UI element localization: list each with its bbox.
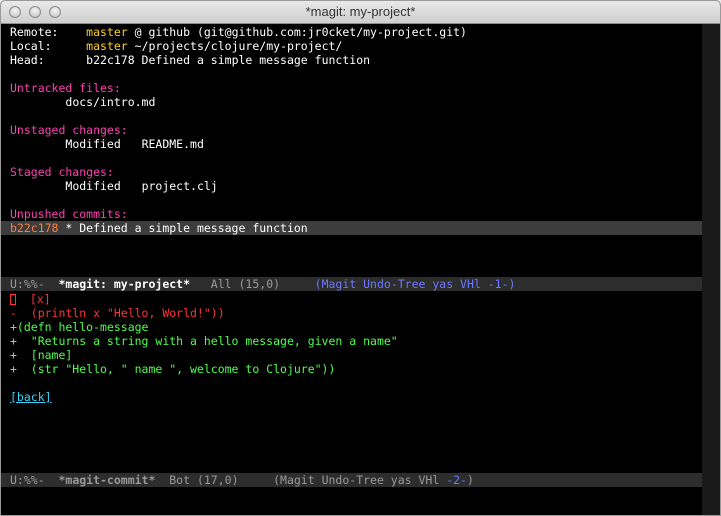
- unstaged-file-name: README.md: [141, 137, 204, 151]
- diff-added-line-4: + (str "Hello, " name ", welcome to Cloj…: [10, 362, 336, 376]
- modeline-modes-2-pre: (Magit Undo-Tree yas VHl: [273, 473, 447, 487]
- staged-file-item[interactable]: Modified project.clj: [10, 179, 218, 193]
- modeline-modes: (Magit Undo-Tree yas VHl -1-): [314, 277, 516, 291]
- emacs-frame[interactable]: Remote: master @ github (git@github.com:…: [1, 24, 720, 515]
- diff-context-line: [x]: [10, 292, 51, 306]
- head-commit: b22c178 Defined a simple message functio…: [86, 53, 371, 67]
- terminal-window: *magit: my-project* Remote: master @ git…: [0, 0, 721, 516]
- remote-line: Remote: master @ github (git@github.com:…: [10, 25, 467, 39]
- remote-details: @ github (git@github.com:jr0cket/my-proj…: [127, 25, 467, 39]
- unstaged-file-item[interactable]: Modified README.md: [10, 137, 204, 151]
- window-title: *magit: my-project*: [305, 4, 416, 19]
- modeline-prefix: U:%%-: [10, 277, 59, 291]
- modeline-position-2: Bot (17,0): [155, 473, 274, 487]
- remote-branch: master: [86, 25, 128, 39]
- modeline-position: All (15,0): [190, 277, 315, 291]
- unstaged-file-status: Modified: [65, 137, 121, 151]
- local-details: ~/projects/clojure/my-project/: [127, 39, 343, 53]
- untracked-file-name: docs/intro.md: [65, 95, 156, 109]
- modeline-prefix-2: U:%%-: [10, 473, 59, 487]
- modeline-modes-2-post: ): [466, 473, 474, 487]
- modeline-buffer-name-2: *magit-commit*: [58, 473, 156, 487]
- unpushed-commit-item[interactable]: b22c178 * Defined a simple message funct…: [10, 221, 308, 235]
- diff-added-line-2: + "Returns a string with a hello message…: [10, 334, 398, 348]
- diff-removed-line: - (println x "Hello, World!")): [10, 306, 225, 320]
- modeline-window-number: -2-: [446, 473, 467, 487]
- local-line: Local: master ~/projects/clojure/my-proj…: [10, 39, 342, 53]
- local-branch: master: [86, 39, 128, 53]
- head-label: Head:: [10, 53, 45, 67]
- commit-hash: b22c178: [10, 221, 59, 235]
- staged-heading[interactable]: Staged changes:: [10, 165, 114, 179]
- back-link[interactable]: [back]: [10, 390, 52, 404]
- commit-message: * Defined a simple message function: [58, 221, 308, 235]
- diff-added-line-3: + [name]: [10, 348, 73, 362]
- title-bar: *magit: my-project*: [1, 1, 720, 24]
- vertical-scrollbar[interactable]: [702, 24, 720, 515]
- staged-file-name: project.clj: [141, 179, 218, 193]
- untracked-file-item[interactable]: docs/intro.md: [10, 95, 155, 109]
- mode-line-magit[interactable]: U:%%- *magit: my-project* All (15,0) (Ma…: [1, 277, 702, 291]
- mode-line-commit[interactable]: U:%%- *magit-commit* Bot (17,0) (Magit U…: [1, 473, 702, 487]
- unpushed-heading[interactable]: Unpushed commits:: [10, 207, 128, 221]
- diff-added-line-1: +(defn hello-message: [10, 320, 149, 334]
- head-line: Head: b22c178 Defined a simple message f…: [10, 53, 370, 67]
- diff-line-1: [x]: [16, 292, 51, 306]
- remote-label: Remote:: [10, 25, 59, 39]
- local-label: Local:: [10, 39, 52, 53]
- unstaged-heading[interactable]: Unstaged changes:: [10, 123, 128, 137]
- modeline-buffer-name: *magit: my-project*: [58, 277, 191, 291]
- untracked-heading[interactable]: Untracked files:: [10, 81, 121, 95]
- staged-file-status: Modified: [65, 179, 121, 193]
